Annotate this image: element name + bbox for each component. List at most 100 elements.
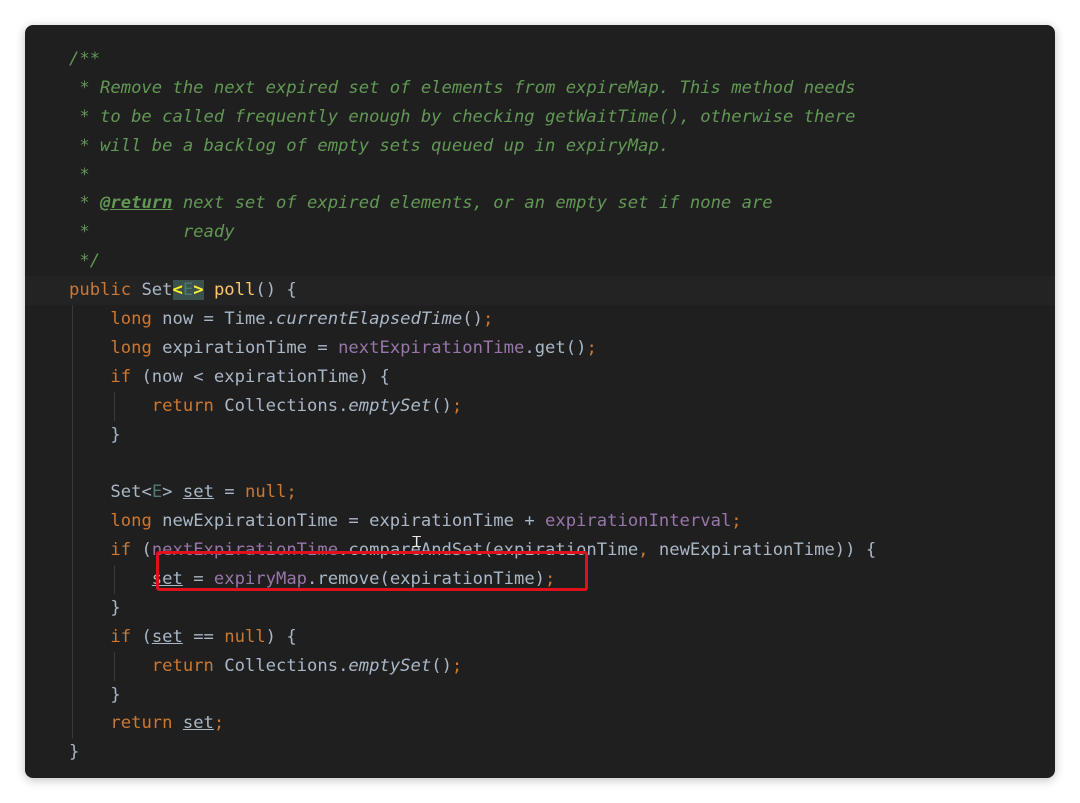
type-param-e[interactable]: E bbox=[182, 280, 194, 301]
semicolon: ; bbox=[451, 655, 463, 676]
indent-guide bbox=[72, 478, 73, 508]
closing-brace: } bbox=[110, 597, 121, 618]
code-text: now = Time. bbox=[151, 309, 276, 330]
indent-guide bbox=[114, 565, 115, 594]
code-text: == bbox=[182, 626, 225, 647]
code-text: () bbox=[431, 395, 452, 416]
doc-comment-start: /** bbox=[69, 49, 101, 69]
keyword-if: if bbox=[110, 626, 132, 647]
indent-guide bbox=[72, 593, 73, 623]
keyword-return: return bbox=[151, 655, 214, 676]
semicolon: ; bbox=[286, 482, 297, 503]
indent-guide bbox=[72, 565, 73, 594]
semicolon: ; bbox=[451, 395, 463, 416]
semicolon: ; bbox=[586, 337, 597, 358]
text-cursor-icon: Ꮖ bbox=[412, 533, 422, 551]
indent-guide bbox=[72, 651, 73, 681]
indent-guide bbox=[72, 420, 73, 450]
semicolon: ; bbox=[731, 511, 742, 532]
indent-guide bbox=[72, 709, 73, 739]
static-call[interactable]: currentElapsedTime bbox=[276, 309, 462, 329]
matched-bracket-open: < bbox=[172, 280, 183, 301]
keyword-null: null bbox=[244, 482, 287, 503]
keyword-return: return bbox=[110, 713, 173, 734]
variable-set[interactable]: set bbox=[183, 713, 214, 733]
method-signature-tail: () { bbox=[255, 280, 297, 301]
doc-comment-line: * Remove the next expired set of element… bbox=[69, 77, 856, 98]
code-text: ( bbox=[131, 626, 152, 647]
static-call[interactable]: emptySet bbox=[348, 656, 431, 676]
keyword-long: long bbox=[110, 511, 152, 532]
code-text: = bbox=[213, 482, 245, 503]
code-text: newExpirationTime = expirationTime + bbox=[151, 511, 546, 532]
semicolon: ; bbox=[213, 713, 225, 734]
closing-brace: } bbox=[110, 424, 121, 445]
red-highlight-box bbox=[156, 551, 588, 591]
code-line-8: */ bbox=[25, 247, 1055, 276]
doc-comment-line: * to be called frequently enough by chec… bbox=[69, 106, 856, 127]
doc-comment-line: * will be a backlog of empty sets queued… bbox=[69, 135, 670, 156]
method-name-poll[interactable]: poll bbox=[214, 280, 255, 300]
code-text: Collections. bbox=[213, 655, 349, 676]
code-text: > bbox=[162, 482, 183, 503]
code-line-21: if (set == null) { bbox=[25, 622, 1055, 652]
code-text: (now < expirationTime) { bbox=[131, 366, 390, 387]
code-line-11: long expirationTime = nextExpirationTime… bbox=[25, 333, 1055, 363]
indent-guide bbox=[72, 536, 73, 566]
code-line-5: * bbox=[25, 161, 1055, 190]
code-line-17: long newExpirationTime = expirationTime … bbox=[25, 507, 1055, 537]
code-text: ( bbox=[131, 540, 152, 561]
code-line-24: return set; bbox=[25, 709, 1055, 739]
javadoc-return-tag[interactable]: @return bbox=[100, 193, 172, 213]
code-line-20: } bbox=[25, 593, 1055, 623]
keyword-null: null bbox=[224, 626, 266, 647]
static-call[interactable]: emptySet bbox=[348, 396, 431, 416]
code-line-12: if (now < expirationTime) { bbox=[25, 362, 1055, 392]
matched-bracket-close: > bbox=[193, 280, 204, 301]
code-editor-window: /** * Remove the next expired set of ele… bbox=[25, 25, 1055, 778]
indent-guide bbox=[72, 391, 73, 421]
indent-guide bbox=[72, 305, 73, 334]
field-reference[interactable]: nextExpirationTime bbox=[338, 338, 524, 358]
code-line-25: } bbox=[25, 738, 1055, 767]
keyword-public: public bbox=[69, 280, 132, 301]
code-line-3: * to be called frequently enough by chec… bbox=[25, 103, 1055, 132]
type-param-e[interactable]: E bbox=[152, 482, 162, 502]
code-text: .get() bbox=[524, 337, 587, 358]
type-set[interactable]: Set bbox=[141, 280, 172, 300]
indent-guide bbox=[72, 622, 73, 652]
field-reference[interactable]: expirationInterval bbox=[545, 511, 731, 531]
code-text: () bbox=[462, 309, 483, 330]
code-line-10: long now = Time.currentElapsedTime(); bbox=[25, 305, 1055, 334]
code-line-2: * Remove the next expired set of element… bbox=[25, 74, 1055, 103]
doc-comment-end: */ bbox=[69, 251, 101, 272]
indent-guide bbox=[72, 680, 73, 710]
code-line-7: * ready bbox=[25, 218, 1055, 247]
doc-comment-text: next set of expired elements, or an empt… bbox=[172, 193, 773, 214]
code-area[interactable]: /** * Remove the next expired set of ele… bbox=[25, 45, 1055, 767]
doc-comment-line: * bbox=[69, 164, 90, 185]
type-set[interactable]: Set< bbox=[110, 482, 151, 502]
code-text: Collections. bbox=[213, 395, 349, 416]
code-line-15 bbox=[25, 449, 1055, 479]
semicolon: ; bbox=[482, 309, 494, 330]
code-text: expirationTime = bbox=[151, 337, 339, 358]
code-line-14: } bbox=[25, 420, 1055, 450]
code-line-6: * @return next set of expired elements, … bbox=[25, 189, 1055, 218]
variable-set[interactable]: set bbox=[183, 482, 214, 502]
doc-comment-line: * ready bbox=[69, 222, 235, 243]
code-line-23: } bbox=[25, 680, 1055, 710]
variable-set[interactable]: set bbox=[152, 627, 183, 647]
code-text: () bbox=[431, 655, 452, 676]
keyword-return: return bbox=[151, 395, 214, 416]
code-line-22: return Collections.emptySet(); bbox=[25, 651, 1055, 681]
closing-brace: } bbox=[69, 742, 80, 763]
doc-comment-star: * bbox=[69, 193, 101, 214]
code-line-1: /** bbox=[25, 45, 1055, 74]
indent-guide bbox=[72, 449, 73, 479]
code-line-13: return Collections.emptySet(); bbox=[25, 391, 1055, 421]
keyword-long: long bbox=[110, 309, 152, 330]
code-line-4: * will be a backlog of empty sets queued… bbox=[25, 132, 1055, 161]
indent-guide bbox=[72, 507, 73, 537]
